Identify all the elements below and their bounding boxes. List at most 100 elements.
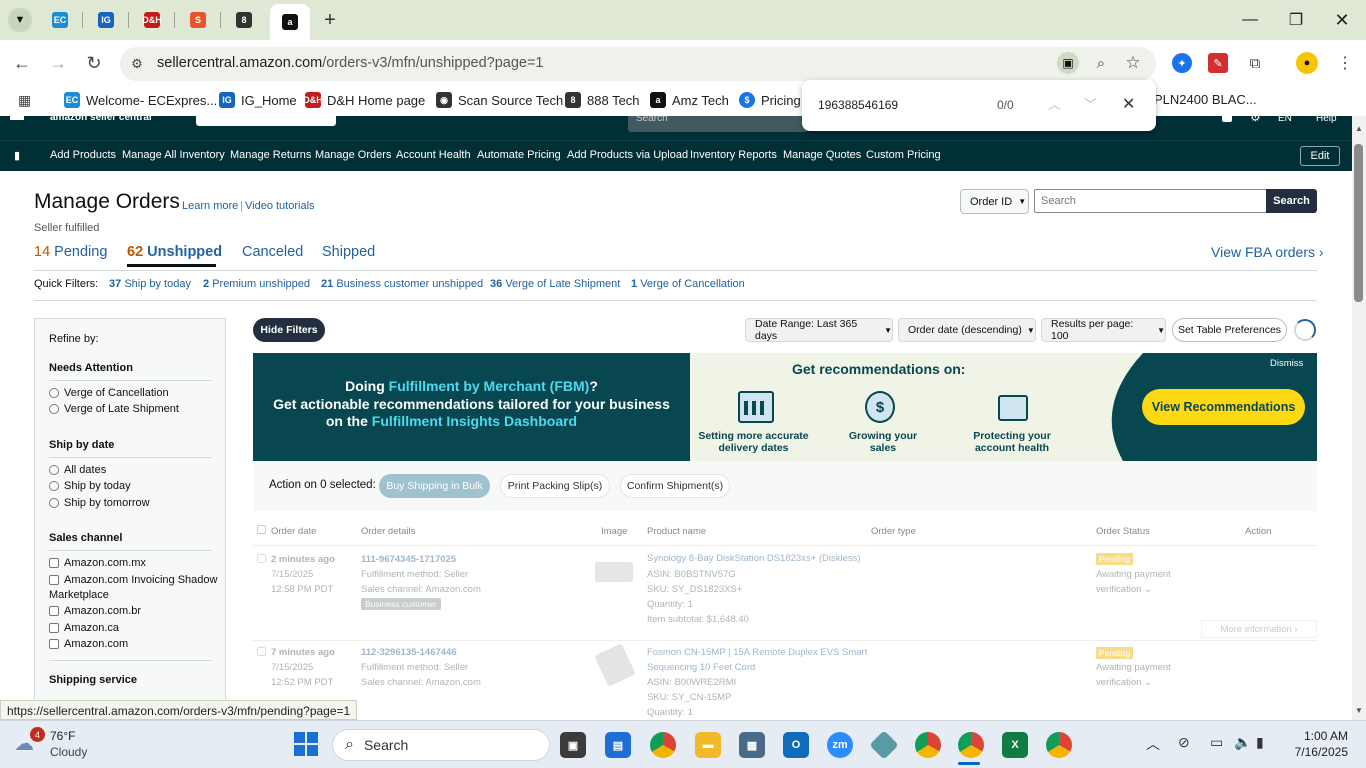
dismiss-banner-link[interactable]: Dismiss bbox=[1270, 358, 1303, 369]
tab-pending[interactable]: 14 Pending bbox=[34, 244, 107, 260]
bookmark-menu-icon[interactable]: ▮ bbox=[14, 149, 20, 162]
reload-button[interactable]: ↻ bbox=[81, 50, 107, 76]
microsoft-store-icon[interactable]: ▤ bbox=[605, 732, 631, 758]
calculator-icon[interactable]: ▦ bbox=[739, 732, 765, 758]
bookmark-ig-home[interactable]: IG IG_Home bbox=[219, 92, 297, 108]
menu-manage-quotes[interactable]: Manage Quotes bbox=[783, 149, 861, 161]
search-type-select[interactable]: Order ID ▼ bbox=[960, 189, 1029, 214]
zoom-app-icon[interactable]: zm bbox=[827, 732, 853, 758]
bookmark-star-icon[interactable]: ☆ bbox=[1122, 52, 1144, 74]
buy-shipping-bulk-button[interactable]: Buy Shipping in Bulk bbox=[379, 474, 490, 498]
bookmark-scan-source[interactable]: ◉ Scan Source Tech bbox=[436, 92, 563, 108]
browser-tab-1[interactable]: EC bbox=[44, 6, 76, 34]
outlook-icon[interactable]: O bbox=[783, 732, 809, 758]
extensions-puzzle-icon[interactable]: ⧉ bbox=[1244, 52, 1266, 74]
hide-filters-button[interactable]: Hide Filters bbox=[253, 318, 325, 342]
excel-icon[interactable]: X bbox=[1002, 732, 1028, 758]
quick-filter-late-shipment[interactable]: 36 Verge of Late Shipment bbox=[490, 278, 620, 290]
tab-unshipped[interactable]: 62 Unshipped bbox=[127, 244, 222, 260]
confirm-shipments-button[interactable]: Confirm Shipment(s) bbox=[620, 474, 730, 498]
tab-canceled[interactable]: Canceled bbox=[242, 244, 303, 260]
filter-amazon-br[interactable]: Amazon.com.br bbox=[49, 605, 141, 617]
hamburger-icon[interactable] bbox=[10, 116, 24, 120]
more-information-button[interactable]: More information › bbox=[1201, 620, 1317, 638]
video-tutorials-link[interactable]: Video tutorials bbox=[245, 200, 315, 212]
menu-add-products[interactable]: Add Products bbox=[50, 149, 116, 161]
site-info-icon[interactable]: ⚙ bbox=[126, 53, 148, 75]
windows-start-icon[interactable] bbox=[294, 732, 318, 756]
amazon-seller-logo[interactable]: amazon seller central bbox=[50, 116, 170, 123]
chrome-icon[interactable] bbox=[650, 732, 676, 758]
top-search-input[interactable]: Search bbox=[628, 116, 808, 132]
browser-tab-4[interactable]: S bbox=[182, 6, 214, 34]
volume-icon[interactable]: 🔈 bbox=[1234, 734, 1251, 751]
find-next-icon[interactable]: ﹀ bbox=[1084, 94, 1097, 113]
order-id-link[interactable]: 111-9674345-1717025 bbox=[361, 554, 456, 565]
order-search-input[interactable]: Search bbox=[1034, 189, 1267, 213]
extension-1-icon[interactable]: ✦ bbox=[1172, 53, 1192, 73]
close-window-button[interactable]: ✕ bbox=[1330, 8, 1354, 32]
battery-icon[interactable]: ▮ bbox=[1256, 734, 1264, 751]
menu-inventory-reports[interactable]: Inventory Reports bbox=[690, 149, 777, 161]
minimize-button[interactable]: — bbox=[1238, 8, 1262, 32]
product-name-link[interactable]: Synology 8-Bay DiskStation DS1823xs+ (Di… bbox=[647, 553, 861, 564]
tab-shipped[interactable]: Shipped bbox=[322, 244, 375, 260]
page-scrollbar[interactable]: ▲ ▼ bbox=[1352, 116, 1366, 720]
chrome-profile-2-icon[interactable] bbox=[915, 732, 941, 758]
filter-verge-cancellation[interactable]: Verge of Cancellation bbox=[49, 387, 169, 399]
taskbar-search-box[interactable]: ⌕ Search bbox=[332, 729, 550, 761]
bookmark-dh-home[interactable]: D&H D&H Home page bbox=[303, 92, 425, 108]
filter-amazon-ca[interactable]: Amazon.ca bbox=[49, 622, 119, 634]
menu-manage-all-inventory[interactable]: Manage All Inventory bbox=[122, 149, 225, 161]
quick-filter-ship-today[interactable]: 37 Ship by today bbox=[109, 278, 191, 290]
browser-menu-icon[interactable]: ⋮ bbox=[1336, 52, 1354, 74]
order-id-link[interactable]: 112-3296135-1467446 bbox=[361, 647, 457, 658]
network-off-icon[interactable]: ⊘ bbox=[1178, 734, 1190, 751]
file-explorer-icon[interactable]: ▬ bbox=[695, 732, 721, 758]
browser-tab-6-active[interactable]: a bbox=[270, 4, 310, 40]
mail-icon[interactable] bbox=[1222, 116, 1232, 122]
pdf-extension-icon[interactable]: ✎ bbox=[1208, 53, 1228, 73]
bookmark-pln2400[interactable]: PLN2400 BLAC... bbox=[1154, 92, 1257, 107]
scroll-down-icon[interactable]: ▼ bbox=[1355, 706, 1363, 715]
back-button[interactable]: ← bbox=[9, 50, 35, 76]
chrome-profile-3-icon[interactable] bbox=[1046, 732, 1072, 758]
clock-time[interactable]: 1:00 AM bbox=[1290, 729, 1348, 743]
filter-ship-by-tomorrow[interactable]: Ship by tomorrow bbox=[49, 497, 150, 509]
browser-tab-5[interactable]: 8 bbox=[228, 6, 260, 34]
url-text[interactable]: sellercentral.amazon.com/orders-v3/mfn/u… bbox=[157, 55, 544, 71]
menu-custom-pricing[interactable]: Custom Pricing bbox=[866, 149, 941, 161]
forward-button[interactable]: → bbox=[45, 50, 71, 76]
row-checkbox[interactable] bbox=[257, 647, 266, 656]
filter-ship-by-today[interactable]: Ship by today bbox=[49, 480, 131, 492]
quick-filter-business[interactable]: 21 Business customer unshipped bbox=[321, 278, 483, 290]
learn-more-link[interactable]: Learn more bbox=[182, 200, 238, 212]
quick-filter-premium[interactable]: 2 Premium unshipped bbox=[203, 278, 310, 290]
clock-date[interactable]: 7/16/2025 bbox=[1280, 745, 1348, 759]
filter-all-dates[interactable]: All dates bbox=[49, 464, 106, 476]
zoom-icon[interactable]: ⌕ bbox=[1090, 52, 1112, 74]
product-name-link[interactable]: Fosmon CN-15MP | 15A Remote Duplex EVS S… bbox=[647, 647, 867, 658]
display-icon[interactable]: ▭ bbox=[1210, 734, 1223, 751]
filter-amazon-mx[interactable]: Amazon.com.mx bbox=[49, 557, 146, 569]
bookmark-pricing[interactable]: $ Pricing bbox=[739, 92, 801, 108]
menu-add-products-upload[interactable]: Add Products via Upload bbox=[567, 149, 688, 161]
sort-order-select[interactable]: Order date (descending) ▼ bbox=[898, 318, 1036, 342]
product-image[interactable] bbox=[595, 562, 633, 582]
view-recommendations-button[interactable]: View Recommendations bbox=[1142, 389, 1305, 425]
search-button[interactable]: Search bbox=[1266, 189, 1317, 213]
print-packing-slips-button[interactable]: Print Packing Slip(s) bbox=[500, 474, 610, 498]
marketplace-selector[interactable] bbox=[196, 116, 336, 126]
select-all-checkbox[interactable] bbox=[257, 525, 266, 534]
product-image[interactable] bbox=[594, 643, 636, 687]
scrollbar-thumb[interactable] bbox=[1354, 144, 1363, 302]
verification-toggle[interactable]: verification ⌄ bbox=[1096, 584, 1152, 595]
filter-amazon-invoicing-shadow[interactable]: Amazon.com Invoicing Shadow bbox=[49, 574, 217, 586]
row-checkbox[interactable] bbox=[257, 554, 266, 563]
lens-icon[interactable]: ▣ bbox=[1057, 52, 1079, 74]
filter-verge-late-shipment[interactable]: Verge of Late Shipment bbox=[49, 403, 179, 415]
weather-temp[interactable]: 76°F bbox=[50, 729, 75, 743]
tab-search-button[interactable]: ▼ bbox=[6, 6, 34, 34]
browser-tab-3[interactable]: D&H bbox=[136, 6, 168, 34]
task-view-icon[interactable]: ▣ bbox=[560, 732, 586, 758]
